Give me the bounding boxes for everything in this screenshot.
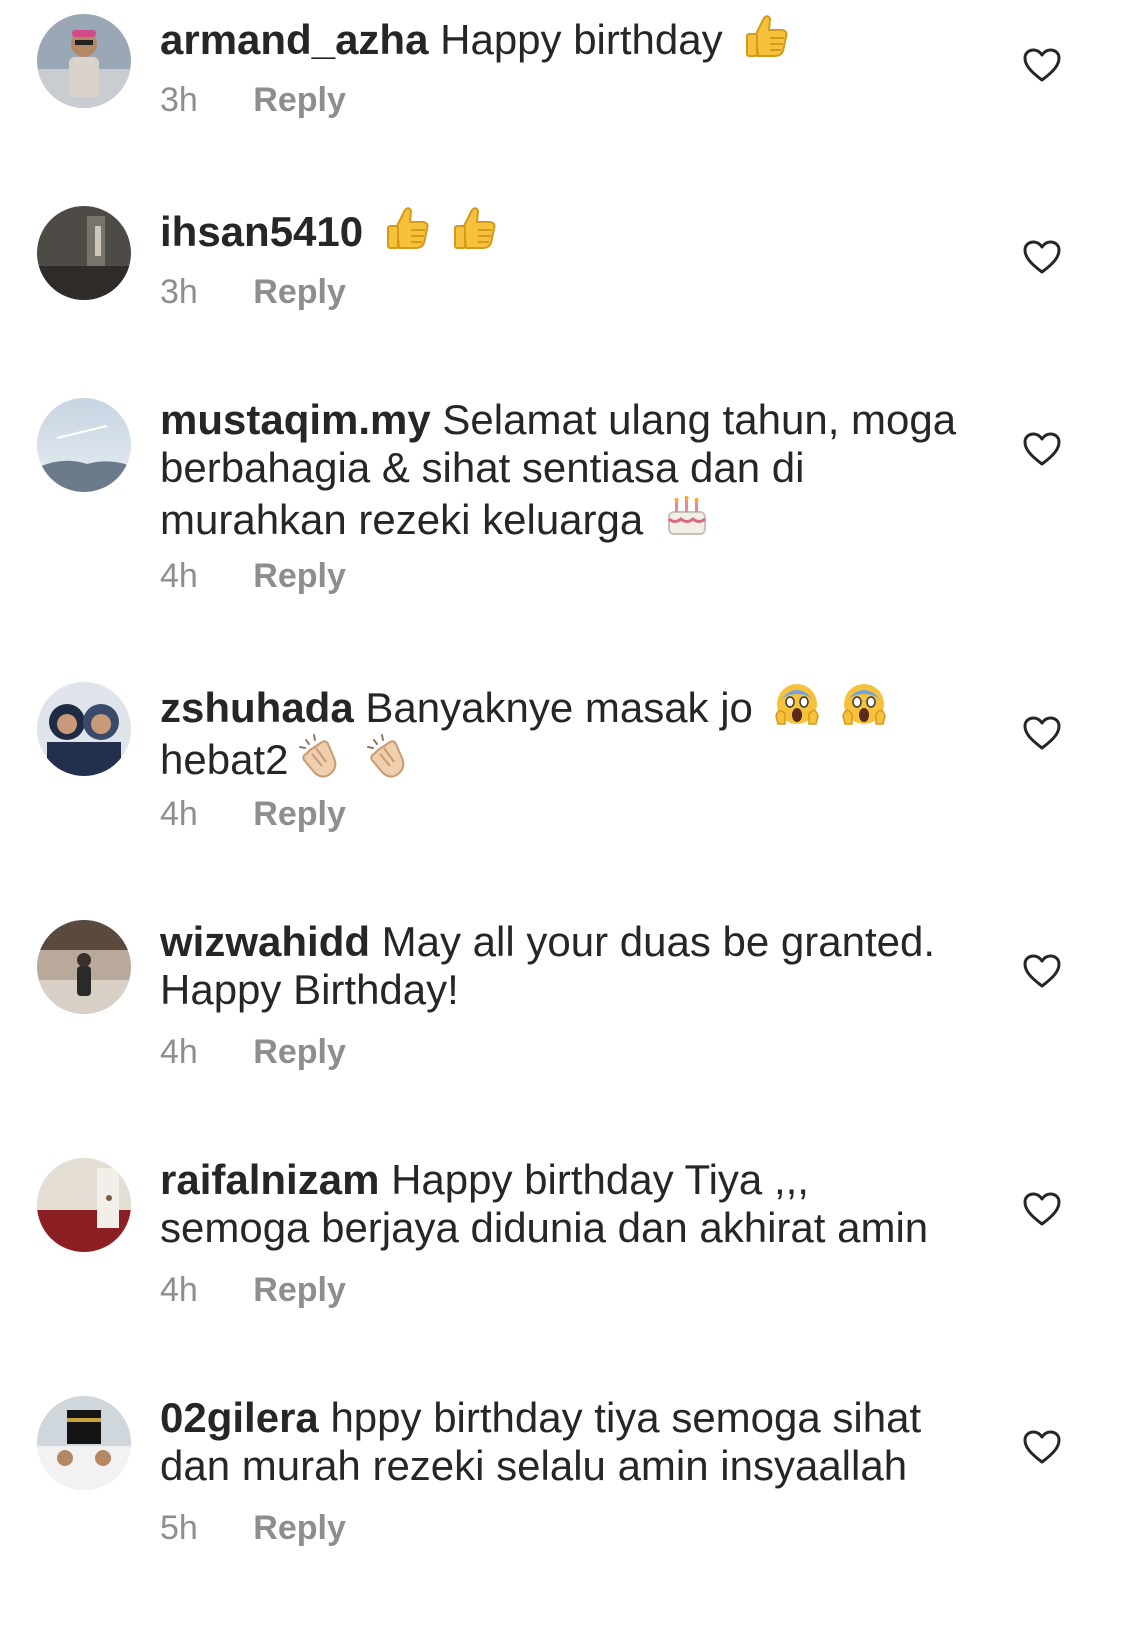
heart-outline-icon[interactable] (1022, 47, 1062, 83)
comment-username[interactable]: ihsan5410 (160, 208, 363, 255)
comment-meta: 4h Reply (160, 556, 346, 596)
comment-message: Happy birthday (440, 16, 723, 63)
avatar[interactable] (37, 206, 131, 300)
avatar[interactable] (37, 398, 131, 492)
comment-meta: 3h Reply (160, 80, 346, 120)
comment-meta: 4h Reply (160, 1270, 346, 1310)
comment-text: 02gilera hppy birthday tiya semoga sihat… (160, 1394, 960, 1490)
reply-button[interactable]: Reply (253, 1271, 346, 1309)
comment-text: ihsan5410 (160, 204, 960, 256)
heart-outline-icon[interactable] (1022, 239, 1062, 275)
comment-message: Banyaknye masak jo (365, 684, 753, 731)
clapping-hands-emoji (364, 732, 412, 780)
thumbs-up-emoji (383, 204, 431, 252)
comment-time: 3h (160, 273, 198, 311)
reply-button[interactable]: Reply (253, 557, 346, 595)
comment-meta: 4h Reply (160, 1032, 346, 1072)
comment-time: 4h (160, 1033, 198, 1071)
heart-outline-icon[interactable] (1022, 1429, 1062, 1465)
avatar[interactable] (37, 682, 131, 776)
thumbs-up-emoji (450, 204, 498, 252)
comment-meta: 3h Reply (160, 272, 346, 312)
comment-time: 5h (160, 1509, 198, 1547)
comment-time: 4h (160, 795, 198, 833)
heart-outline-icon[interactable] (1022, 953, 1062, 989)
comment-meta: 4h Reply (160, 794, 346, 834)
comment-meta: 5h Reply (160, 1508, 346, 1548)
avatar[interactable] (37, 1158, 131, 1252)
birthday-cake-emoji (663, 492, 711, 540)
comment-username[interactable]: wizwahidd (160, 918, 370, 965)
comment-text: raifalnizam Happy birthday Tiya ,,, semo… (160, 1156, 960, 1252)
reply-button[interactable]: Reply (253, 1033, 346, 1071)
heart-outline-icon[interactable] (1022, 1191, 1062, 1227)
screaming-face-emoji (840, 680, 888, 728)
comment-username[interactable]: armand_azha (160, 16, 428, 63)
avatar[interactable] (37, 14, 131, 108)
comment-username[interactable]: mustaqim.my (160, 396, 431, 443)
comment-text: wizwahidd May all your duas be granted. … (160, 918, 960, 1014)
reply-button[interactable]: Reply (253, 273, 346, 311)
avatar[interactable] (37, 920, 131, 1014)
thumbs-up-emoji (742, 12, 790, 60)
comment-username[interactable]: raifalnizam (160, 1156, 379, 1203)
comment-message-line2: hebat2 (160, 736, 289, 783)
screaming-face-emoji (773, 680, 821, 728)
comment-text: mustaqim.my Selamat ulang tahun, moga be… (160, 396, 960, 544)
clapping-hands-emoji (296, 732, 344, 780)
avatar[interactable] (37, 1396, 131, 1490)
reply-button[interactable]: Reply (253, 81, 346, 119)
comment-username[interactable]: 02gilera (160, 1394, 319, 1441)
comment-time: 4h (160, 1271, 198, 1309)
reply-button[interactable]: Reply (253, 1509, 346, 1547)
comment-username[interactable]: zshuhada (160, 684, 354, 731)
heart-outline-icon[interactable] (1022, 715, 1062, 751)
comment-text: zshuhada Banyaknye masak jo hebat2 (160, 680, 960, 784)
comment-time: 4h (160, 557, 198, 595)
comment-text: armand_azha Happy birthday (160, 12, 960, 64)
comment-time: 3h (160, 81, 198, 119)
reply-button[interactable]: Reply (253, 795, 346, 833)
heart-outline-icon[interactable] (1022, 431, 1062, 467)
